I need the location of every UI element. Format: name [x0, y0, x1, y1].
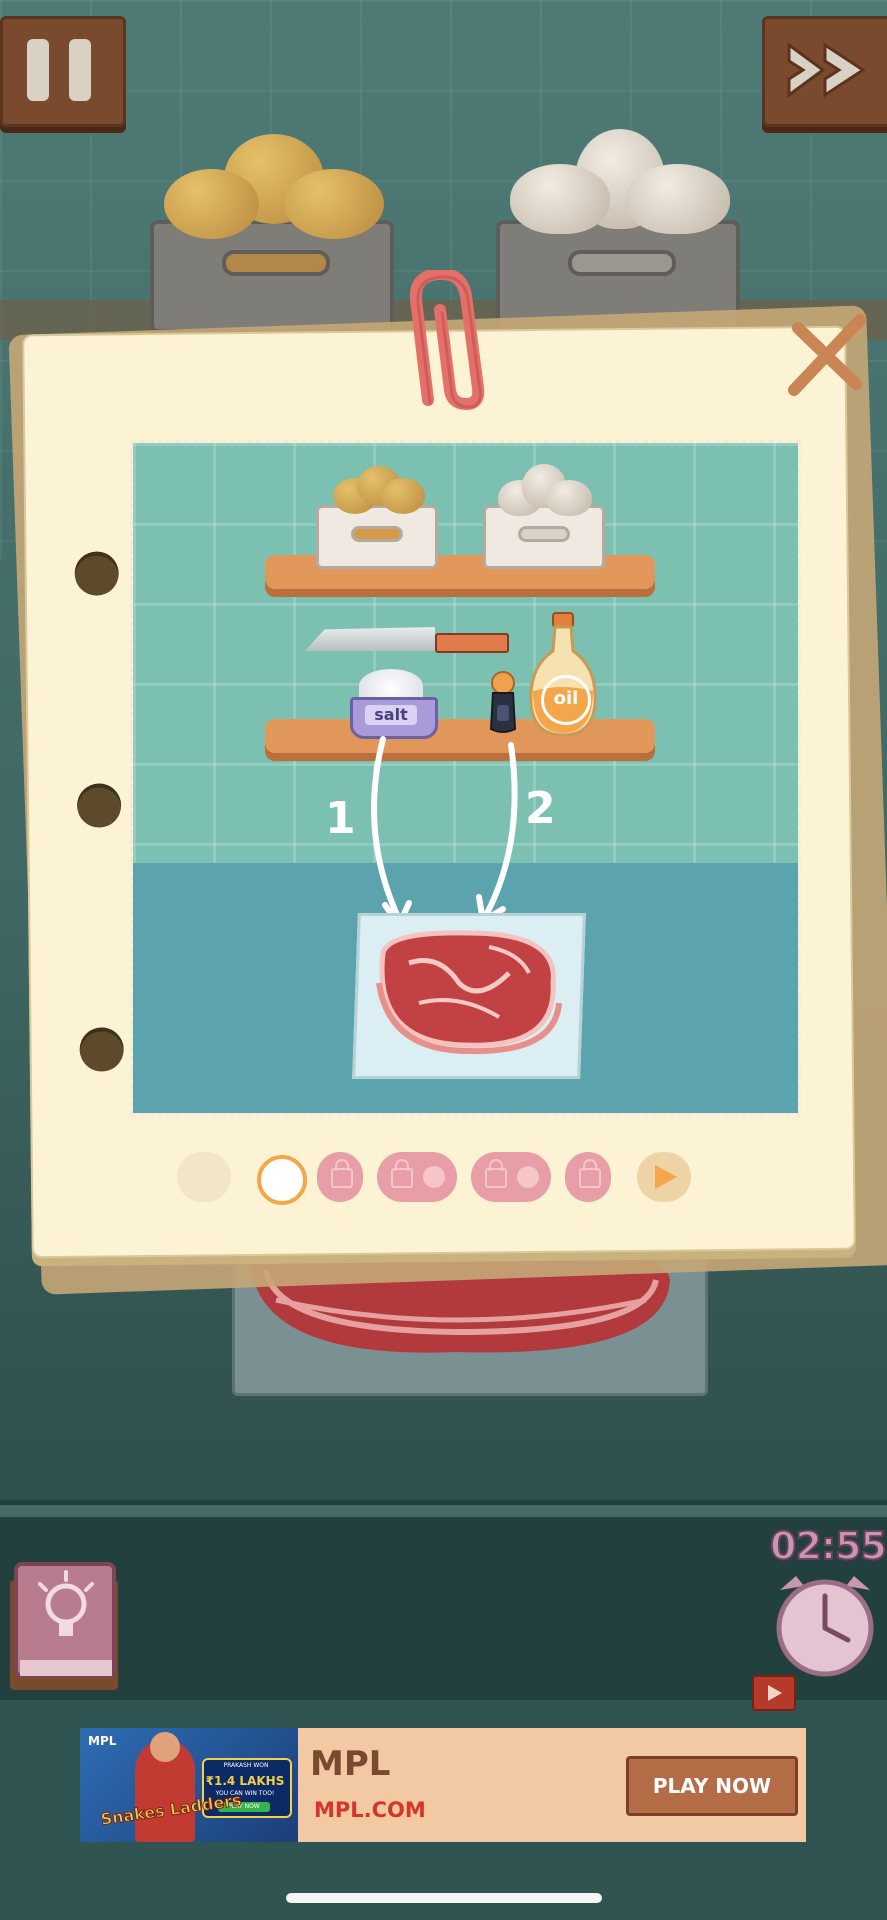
play-icon — [655, 1165, 677, 1189]
counter-edge — [0, 1505, 887, 1517]
lock-icon — [391, 1159, 413, 1188]
potato — [164, 169, 259, 239]
ad-title[interactable]: MPL — [310, 1744, 390, 1784]
potato — [284, 169, 384, 239]
fast-forward-icon — [787, 42, 866, 98]
next-step-button[interactable] — [637, 1152, 691, 1202]
hint-book-button[interactable] — [10, 1560, 118, 1690]
video-ad-icon[interactable] — [752, 1675, 796, 1711]
lock-icon — [579, 1159, 601, 1188]
timer-text: 02:55 — [769, 1523, 887, 1569]
progress-step-current[interactable] — [257, 1155, 307, 1205]
binder-hole — [79, 1027, 124, 1072]
progress-step-locked — [317, 1152, 363, 1202]
lock-icon — [485, 1159, 507, 1188]
garlic — [510, 164, 610, 234]
alarm-clock-icon[interactable] — [770, 1570, 880, 1680]
lock-icon — [331, 1159, 353, 1188]
step-number-two: 2 — [525, 783, 556, 834]
ad-image[interactable]: MPL PRAKASH WON ₹1.4 LAKHS YOU CAN WIN T… — [80, 1728, 298, 1842]
progress-step-done[interactable] — [177, 1152, 231, 1202]
kitchen-counter — [0, 1500, 887, 1700]
crate-handle — [222, 250, 330, 276]
tutorial-progress — [175, 1152, 695, 1208]
ad-play-now-button[interactable]: PLAY NOW — [626, 1756, 798, 1816]
steak-icon — [376, 930, 562, 1055]
step-number-one: 1 — [325, 793, 356, 844]
ad-person-face — [150, 1732, 180, 1762]
ad-url[interactable]: MPL.COM — [314, 1798, 426, 1822]
paper-clip-icon — [409, 270, 485, 410]
progress-step-locked — [565, 1152, 611, 1202]
close-icon[interactable] — [780, 310, 870, 400]
tutorial-illustration: salt oil 1 2 — [130, 440, 801, 1116]
ad-prize-amount: ₹1.4 LAKHS — [205, 1774, 285, 1788]
fast-forward-button[interactable] — [762, 16, 887, 127]
progress-dot — [423, 1166, 445, 1188]
progress-step-locked — [471, 1152, 551, 1202]
pause-icon — [3, 19, 123, 124]
home-indicator[interactable] — [286, 1893, 602, 1903]
ad-winner-text: PRAKASH WON — [223, 1762, 269, 1769]
pause-button[interactable] — [0, 16, 126, 127]
garlic — [625, 164, 730, 234]
ad-banner[interactable]: MPL PRAKASH WON ₹1.4 LAKHS YOU CAN WIN T… — [80, 1728, 806, 1842]
ad-brand-small: MPL — [88, 1734, 117, 1748]
binder-hole — [76, 783, 122, 828]
crate-handle — [568, 250, 676, 276]
binder-hole — [74, 551, 119, 596]
progress-step-locked — [377, 1152, 457, 1202]
potato-crate[interactable] — [150, 134, 394, 333]
progress-dot — [517, 1166, 539, 1188]
